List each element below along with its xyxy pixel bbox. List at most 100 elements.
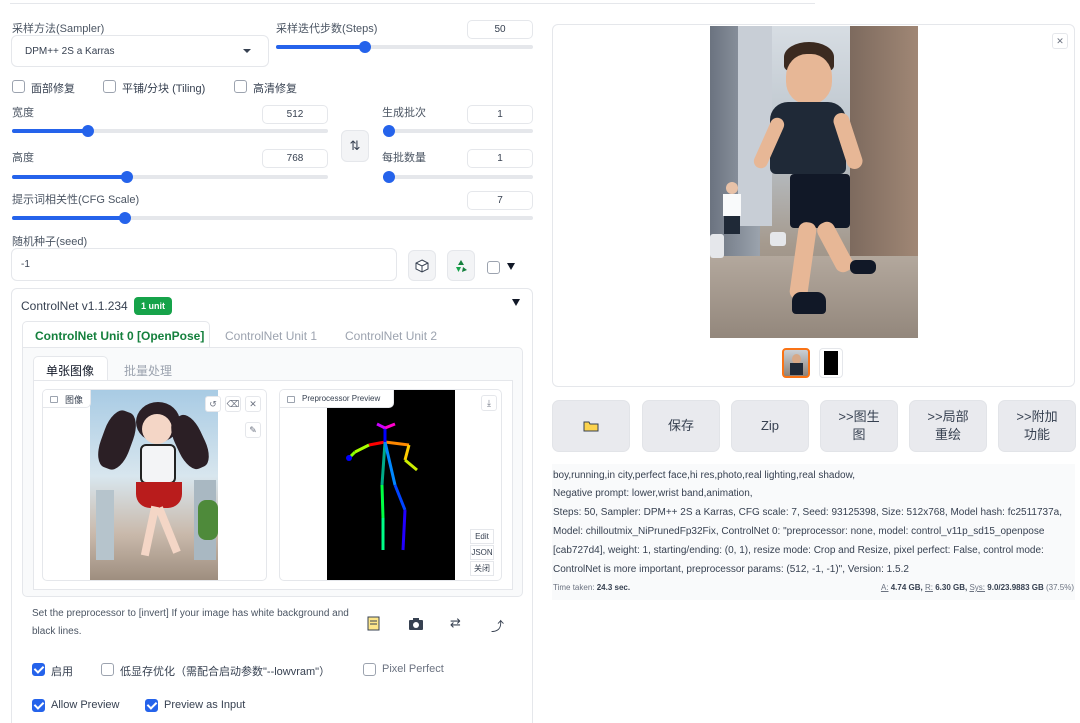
- zip-button[interactable]: Zip: [731, 400, 809, 452]
- reuse-seed-button[interactable]: [447, 250, 475, 281]
- notepad-icon: [367, 616, 380, 631]
- edit-pose-button[interactable]: Edit: [470, 529, 494, 544]
- undo-button[interactable]: ↺: [205, 396, 221, 412]
- invert-hint: Set the preprocessor to [invert] If your…: [32, 608, 349, 637]
- batch-size-label: 每批数量: [382, 152, 426, 164]
- seed-value: -1: [21, 259, 30, 270]
- width-label: 宽度: [12, 107, 34, 119]
- pose-skeleton-image: [327, 390, 455, 580]
- seed-input[interactable]: -1: [11, 248, 397, 281]
- input-image: [90, 390, 218, 580]
- save-button[interactable]: 保存: [642, 400, 720, 452]
- batch-size-input[interactable]: 1: [467, 149, 533, 168]
- tiling-checkbox[interactable]: [103, 80, 116, 93]
- edit-notes-button[interactable]: [366, 615, 384, 633]
- extra-seed-checkbox[interactable]: [487, 261, 500, 274]
- send-to-extras-button[interactable]: >>附加功能: [998, 400, 1076, 452]
- thumbnail-2[interactable]: [819, 348, 843, 378]
- height-slider[interactable]: [12, 170, 328, 184]
- sampler-label: 采样方法(Sampler): [12, 23, 105, 35]
- preview-as-input-checkbox[interactable]: [145, 699, 158, 712]
- batch-count-input[interactable]: 1: [467, 105, 533, 124]
- send-to-inpaint-button[interactable]: >>局部重绘: [909, 400, 987, 452]
- width-input[interactable]: 512: [262, 105, 328, 124]
- time-taken-value: 24.3 sec.: [596, 583, 631, 592]
- camera-icon: [409, 618, 423, 630]
- top-divider: [10, 3, 815, 4]
- preprocessor-preview-box: Preprocessor Preview ⤓ Edit JSON 关闭: [279, 389, 502, 581]
- hires-fix-label: 高清修复: [253, 83, 297, 95]
- extra-seed-toggle-icon[interactable]: [507, 263, 515, 270]
- send-dimensions-button[interactable]: ⤴: [491, 616, 504, 635]
- preview-header: Preprocessor Preview: [280, 390, 394, 408]
- open-folder-button[interactable]: [552, 400, 630, 452]
- download-button[interactable]: ⤓: [481, 395, 497, 411]
- time-taken: Time taken: 24.3 sec.: [553, 583, 630, 592]
- image-icon: [50, 396, 58, 403]
- eraser-button[interactable]: ⌫: [225, 396, 241, 412]
- preview-label: Preprocessor Preview: [302, 394, 381, 403]
- steps-slider[interactable]: [276, 40, 533, 54]
- close-pose-button[interactable]: 关闭: [470, 561, 494, 576]
- chevron-down-icon: [243, 49, 251, 53]
- swap-dimensions-button[interactable]: ⇅: [341, 130, 369, 162]
- steps-label: 采样迭代步数(Steps): [276, 23, 378, 35]
- mem-pct: (37.5%): [1045, 583, 1074, 592]
- tab-controlnet-unit-2[interactable]: ControlNet Unit 2: [345, 329, 437, 343]
- pixel-perfect-checkbox[interactable]: [363, 663, 376, 676]
- steps-input[interactable]: 50: [467, 20, 533, 39]
- sampler-select[interactable]: DPM++ 2S a Karras: [11, 35, 269, 67]
- camera-button[interactable]: [408, 617, 426, 633]
- hires-fix-checkbox[interactable]: [234, 80, 247, 93]
- face-restore-label: 面部修复: [31, 83, 75, 95]
- batch-count-slider[interactable]: [383, 124, 533, 138]
- cfg-input[interactable]: 7: [467, 191, 533, 210]
- send-to-img2img-button[interactable]: >>图生图: [820, 400, 898, 452]
- brush-button[interactable]: ✎: [245, 422, 261, 438]
- face-restore-checkbox[interactable]: [12, 80, 25, 93]
- controlnet-title: ControlNet v1.1.234: [21, 299, 128, 313]
- controlnet-unit-badge: 1 unit: [134, 297, 172, 315]
- enable-checkbox[interactable]: [32, 663, 45, 676]
- controlnet-collapse-icon[interactable]: [512, 299, 520, 306]
- batch-size-slider[interactable]: [383, 170, 533, 184]
- generation-prompt: boy,running,in city,perfect face,hi res,…: [553, 470, 856, 481]
- pixel-perfect-label: Pixel Perfect: [382, 663, 444, 675]
- negative-prompt: Negative prompt: lower,wrist band,animat…: [553, 488, 753, 499]
- swap-icon: ⇅: [349, 138, 361, 154]
- random-seed-button[interactable]: [408, 250, 436, 281]
- allow-preview-checkbox[interactable]: [32, 699, 45, 712]
- tab-batch-process[interactable]: 批量处理: [124, 362, 172, 379]
- folder-icon: [583, 421, 599, 432]
- input-image-label: 图像: [65, 395, 84, 405]
- width-slider[interactable]: [12, 124, 328, 138]
- recycle-icon: [456, 259, 467, 272]
- enable-label: 启用: [51, 666, 73, 678]
- image-icon: [287, 396, 295, 403]
- time-taken-label: Time taken:: [553, 583, 595, 592]
- tab-controlnet-unit-0-label: ControlNet Unit 0 [OpenPose]: [35, 329, 205, 343]
- swap-button[interactable]: ⇄: [450, 616, 461, 631]
- lowvram-label: 低显存优化（需配合启动参数"--lowvram"）: [120, 666, 331, 678]
- batch-count-label: 生成批次: [382, 107, 426, 119]
- tiling-label: 平铺/分块 (Tiling): [122, 83, 206, 95]
- close-image-button[interactable]: ✕: [245, 396, 261, 412]
- dice-icon: [415, 258, 429, 273]
- mem-a-label: A:: [880, 583, 889, 592]
- tab-controlnet-unit-1[interactable]: ControlNet Unit 1: [225, 329, 317, 343]
- preview-as-input-label: Preview as Input: [164, 699, 246, 711]
- mem-r-label: R:: [924, 583, 933, 592]
- sampler-value: DPM++ 2S a Karras: [25, 46, 115, 57]
- mem-r-value: 6.30 GB,: [935, 583, 968, 592]
- cfg-label: 提示词相关性(CFG Scale): [12, 194, 140, 206]
- lowvram-checkbox[interactable]: [101, 663, 114, 676]
- json-pose-button[interactable]: JSON: [470, 545, 494, 560]
- generated-image[interactable]: [710, 26, 918, 338]
- mem-sys-value: 9.0/23.9883 GB: [987, 583, 1044, 592]
- close-gallery-button[interactable]: ✕: [1052, 33, 1068, 49]
- thumbnail-1[interactable]: [782, 348, 810, 378]
- cfg-slider[interactable]: [12, 211, 533, 225]
- height-input[interactable]: 768: [262, 149, 328, 168]
- input-image-box[interactable]: 图像 ↺ ⌫ ✕ ✎: [42, 389, 267, 581]
- mem-a-value: 4.74 GB,: [890, 583, 923, 592]
